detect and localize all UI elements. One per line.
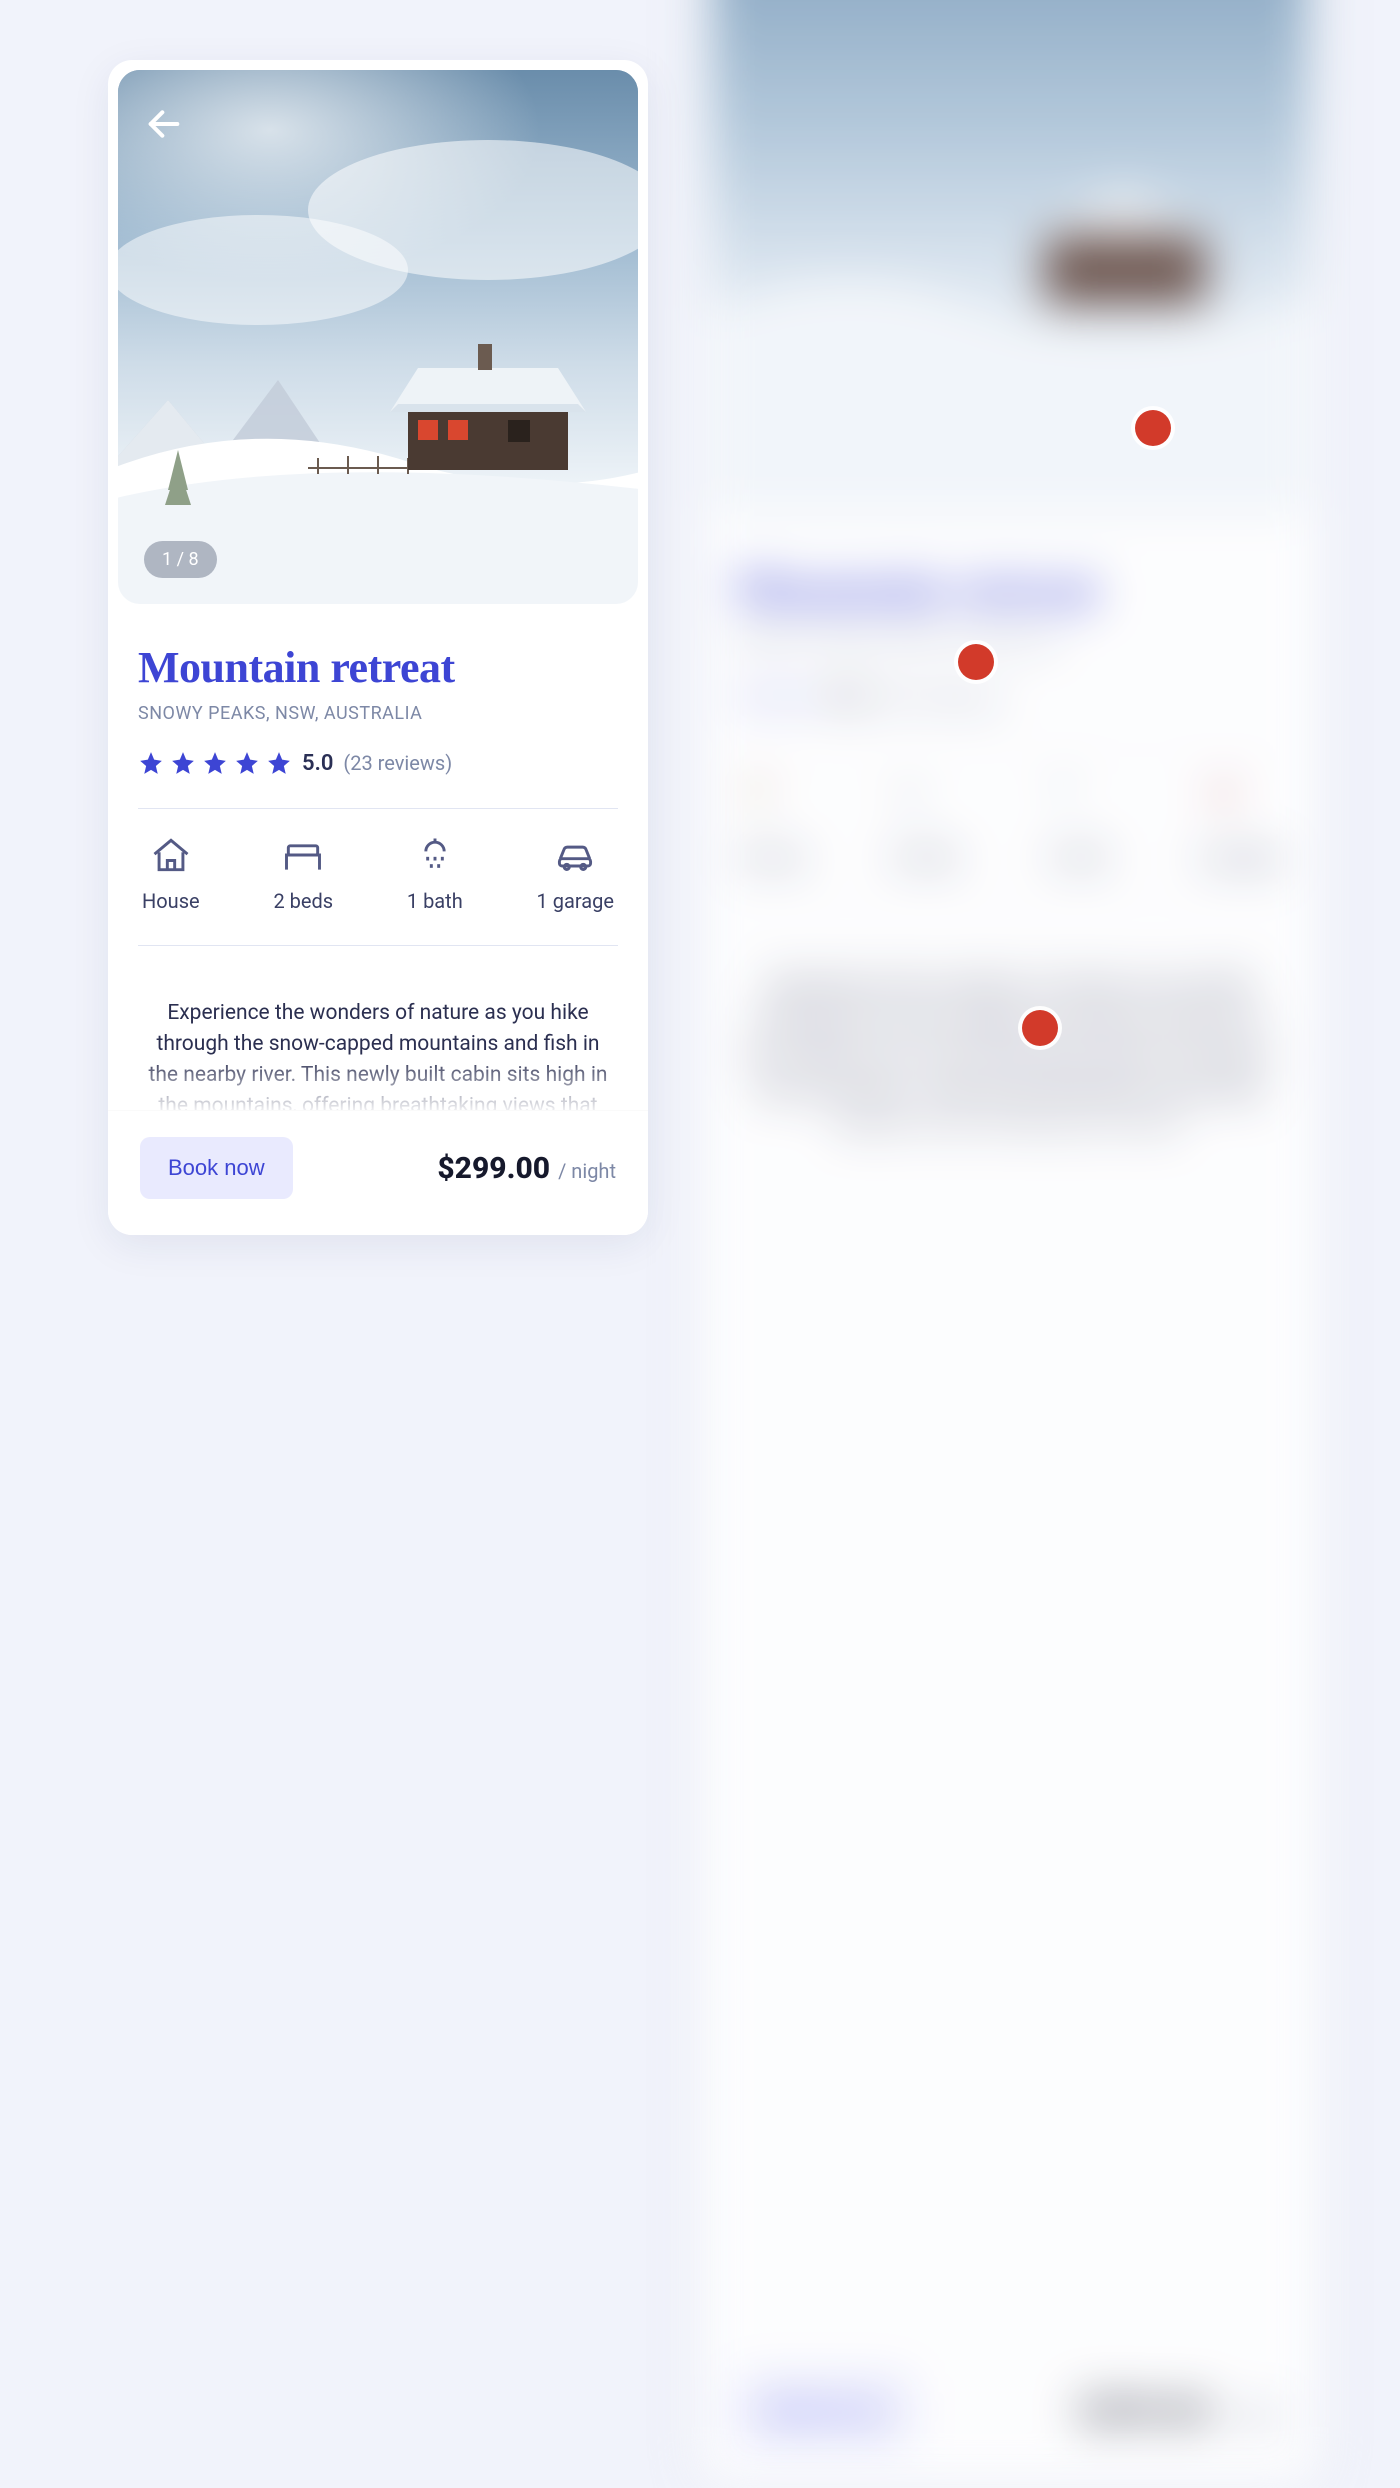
hero-illustration xyxy=(118,70,638,604)
star-icon xyxy=(138,750,164,776)
star-icon xyxy=(202,750,228,776)
phone-card: 1 / 8 Mountain retreat SNOWY PEAKS, NSW,… xyxy=(108,60,648,1235)
hero-image-blur xyxy=(711,0,1309,516)
rating-row: 5.0 (23 reviews) xyxy=(138,750,618,776)
review-marker[interactable] xyxy=(1022,1010,1058,1046)
shower-icon xyxy=(413,833,457,877)
listing-location: SNOWY PEAKS, NSW, AUSTRALIA xyxy=(138,703,618,724)
hero-image[interactable]: 1 / 8 xyxy=(118,70,638,604)
listing-title: Mountain retreat xyxy=(138,642,618,693)
review-marker[interactable] xyxy=(1135,410,1171,446)
house-icon xyxy=(149,833,193,877)
feature-type-label: House xyxy=(142,889,200,913)
booking-footer: Book now $299.00 / night xyxy=(108,1110,648,1235)
star-icon xyxy=(170,750,196,776)
divider xyxy=(138,945,618,946)
price-value: $299.00 xyxy=(437,1151,550,1186)
price-group: $299.00 / night xyxy=(437,1151,616,1186)
book-now-button[interactable]: Book now xyxy=(140,1137,293,1199)
rating-score: 5.0 xyxy=(302,751,333,776)
feature-garage-label: 1 garage xyxy=(537,889,614,913)
back-button[interactable] xyxy=(144,104,184,144)
car-icon xyxy=(553,833,597,877)
content-fade xyxy=(108,1055,648,1115)
price-per-label: / night xyxy=(558,1159,616,1183)
arrow-left-icon xyxy=(144,104,184,144)
review-marker[interactable] xyxy=(958,644,994,680)
rating-stars xyxy=(138,750,292,776)
reviews-count[interactable]: (23 reviews) xyxy=(343,751,452,775)
phone-preview-blurred: Mountain retreat SNOWY PEAKS, NSW, AUSTR… xyxy=(700,0,1321,2488)
feature-type: House xyxy=(142,833,200,913)
image-counter: 1 / 8 xyxy=(144,541,217,578)
feature-beds-label: 2 beds xyxy=(273,889,333,913)
feature-bath-label: 1 bath xyxy=(407,889,463,913)
stage: Mountain retreat SNOWY PEAKS, NSW, AUSTR… xyxy=(0,0,1400,1346)
star-icon xyxy=(266,750,292,776)
feature-beds: 2 beds xyxy=(273,833,333,913)
feature-bath: 1 bath xyxy=(407,833,463,913)
bed-icon xyxy=(281,833,325,877)
feature-garage: 1 garage xyxy=(537,833,614,913)
divider xyxy=(138,808,618,809)
features-row: House 2 beds 1 bath xyxy=(138,833,618,913)
star-icon xyxy=(234,750,260,776)
